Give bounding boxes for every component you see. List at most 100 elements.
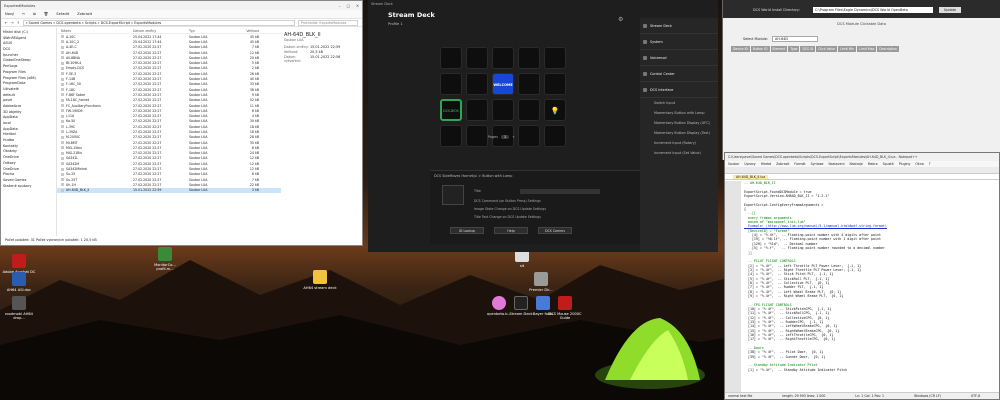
action-item[interactable]: Increment Input (Set Value) <box>640 148 718 158</box>
desktop-icon-premier[interactable]: Premier Dir... <box>524 272 558 292</box>
dcs-comms-button[interactable]: DCS Comms <box>538 227 572 234</box>
menu-item[interactable]: Nástroje <box>850 161 863 167</box>
key-empty[interactable] <box>466 73 488 95</box>
close-icon[interactable]: ✕ <box>356 4 359 8</box>
key-empty[interactable] <box>440 73 462 95</box>
navigation-pane[interactable]: Místní disk (C:) $WinREAgent ASUS DCS fpunch… <box>1 28 57 236</box>
option-title-text[interactable]: Title Text Change on DCS Update Settings <box>474 215 541 219</box>
menu-item[interactable]: Okna <box>915 161 923 167</box>
file-row[interactable]: Su-25T 27.02.2020 22:27 Soubor LUA 7 kB <box>57 177 281 182</box>
desktop-icon-monitorco[interactable]: MonitorCo... profil.m... <box>148 247 182 272</box>
add-page-icon[interactable]: + <box>512 135 515 139</box>
file-row[interactable]: FC_AuxiliaryFunctions 27.02.2020 22:27 Sou… <box>57 103 281 108</box>
back-icon[interactable]: ← <box>5 21 8 25</box>
file-row[interactable]: AV-8BNA 27.02.2020 22:27 Soubor LUA 20 kB <box>57 55 281 60</box>
file-row[interactable]: A-4E-C 27.02.2020 22:27 Soubor LUA 7 kB <box>57 45 281 50</box>
menu-item[interactable]: Pluginy <box>899 161 911 167</box>
file-row[interactable]: AH-64D_BLK_II 15.01.2022 22:59 Soubor LUA 3… <box>57 187 281 193</box>
menu-item[interactable]: Nastavení <box>829 161 845 167</box>
file-row[interactable]: J-11A 27.02.2020 22:27 Soubor LUA 4 kB <box>57 113 281 118</box>
actions-sidebar[interactable]: Stream Deck System Voicemod Control Center D… <box>640 18 718 252</box>
search-input[interactable]: Prohledat: ExportsModules <box>298 19 358 26</box>
key-empty[interactable] <box>492 47 514 69</box>
action-item[interactable]: Switch Input <box>640 98 718 108</box>
menu-item[interactable]: Zobrazit <box>776 161 789 167</box>
menu-item[interactable]: Soubor <box>728 161 739 167</box>
menu-item[interactable]: Formát <box>794 161 805 167</box>
desktop-icon-stream-folder[interactable]: AH64 stream deck <box>303 270 337 290</box>
file-explorer-window[interactable]: ExportedModules – □ ✕ Nový ✂ ⧉ 🗑 Seřadit… <box>0 0 363 246</box>
file-row[interactable]: MiG-15bis 27.02.2020 22:27 Soubor LUA 8 kB <box>57 145 281 150</box>
file-row[interactable]: Ka-50 27.02.2020 22:27 Soubor LUA 30 kB <box>57 119 281 124</box>
option-dcs-command[interactable]: DCS Command (on Button Press) Settings <box>474 199 541 203</box>
desktop-icon-roodmobi[interactable]: roodmobi AH64 drop... <box>2 296 36 321</box>
file-row[interactable]: Su-25 27.02.2020 22:27 Soubor LUA 6 kB <box>57 172 281 177</box>
forward-icon[interactable]: → <box>11 21 14 25</box>
file-row[interactable]: F-18C 27.02.2020 22:27 Soubor LUA 38 kB <box>57 87 281 92</box>
action-category[interactable]: System <box>640 34 718 50</box>
new-button[interactable]: Nový <box>5 12 14 16</box>
sort-button[interactable]: Seřadit <box>56 12 69 16</box>
maximize-icon[interactable]: □ <box>347 4 350 8</box>
table-column-header[interactable]: Element <box>770 46 788 52</box>
key-empty[interactable] <box>466 47 488 69</box>
file-row[interactable]: Mi-8MT 27.02.2020 22:27 Soubor LUA 35 kB <box>57 140 281 145</box>
file-list[interactable]: Název Datum změny Typ Velikost A-10C 25.0… <box>57 28 281 236</box>
gear-icon[interactable]: ⚙ <box>618 16 623 23</box>
file-row[interactable]: Uh-1H 27.02.2020 22:27 Soubor LUA 22 kB <box>57 182 281 187</box>
key-empty[interactable] <box>518 125 540 147</box>
table-column-header[interactable]: Click Value <box>816 46 838 52</box>
key-bulb[interactable]: 💡 <box>544 99 566 121</box>
help-button[interactable]: Help <box>494 227 528 234</box>
key-empty[interactable] <box>544 73 566 95</box>
column-date[interactable]: Datum změny <box>133 29 189 33</box>
menu-item[interactable]: ? <box>929 161 931 167</box>
file-row[interactable]: FW-190D9 27.02.2020 22:27 Soubor LUA 6 kB <box>57 108 281 113</box>
cut-icon[interactable]: ✂ <box>22 12 25 16</box>
file-row[interactable]: M-2000C 27.02.2020 22:27 Soubor LUA 28 kB <box>57 135 281 140</box>
action-item[interactable]: Momentary Button Display (Text) <box>640 128 718 138</box>
menu-item[interactable]: Spustit <box>883 161 894 167</box>
table-column-header[interactable]: Button ID <box>750 46 770 52</box>
column-name[interactable]: Název <box>57 29 133 33</box>
file-row[interactable]: AH-64D 27.02.2020 22:27 Soubor LUA 12 kB <box>57 50 281 55</box>
desktop-icon-dcs-guide[interactable]: DCS Mouse 2000C Guide <box>548 296 582 321</box>
file-row[interactable]: SA342L 27.02.2020 22:27 Soubor LUA 12 kB <box>57 156 281 161</box>
option-image-state[interactable]: Image State Change on DCS Update Setting… <box>474 207 546 211</box>
file-row[interactable]: L-39C 27.02.2020 22:27 Soubor LUA 18 kB <box>57 124 281 129</box>
copy-icon[interactable]: ⧉ <box>33 12 36 16</box>
module-select[interactable]: AH-64D <box>772 36 819 42</box>
delete-icon[interactable]: 🗑 <box>44 12 49 16</box>
up-icon[interactable]: ↑ <box>17 21 20 25</box>
action-category[interactable]: Control Center <box>640 66 718 82</box>
minimize-icon[interactable]: – <box>339 4 341 8</box>
key-empty[interactable] <box>518 73 540 95</box>
key-empty[interactable] <box>466 125 488 147</box>
key-empty[interactable] <box>544 47 566 69</box>
table-column-header[interactable]: Limit Min <box>838 46 857 52</box>
menu-item[interactable]: Úpravy <box>744 161 755 167</box>
file-row[interactable]: SA342M 27.02.2020 22:27 Soubor LUA 12 kB <box>57 161 281 166</box>
key-empty[interactable] <box>544 125 566 147</box>
address-bar[interactable]: « Saved Games » DCS.openbeta » Scripts »… <box>22 19 295 26</box>
menu-item[interactable]: Syntaxe <box>811 161 824 167</box>
file-row[interactable]: F-16C_50 27.02.2020 22:27 Soubor LUA 33 kB <box>57 82 281 87</box>
view-button[interactable]: Zobrazit <box>77 12 92 16</box>
title-input[interactable] <box>520 189 600 194</box>
id-lookup-button[interactable]: ID Lookup <box>450 227 484 234</box>
action-category[interactable]: Stream Deck <box>640 18 718 34</box>
key-empty[interactable] <box>440 47 462 69</box>
key-empty[interactable] <box>518 99 540 121</box>
file-tab[interactable]: AH-64D_BLK_II.lua <box>725 174 999 180</box>
file-row[interactable]: F-14B 27.02.2020 22:27 Soubor LUA 40 kB <box>57 76 281 81</box>
file-row[interactable]: A-10C 25.04.2022 17:44 Soubor LUA 45 kB <box>57 34 281 39</box>
file-row[interactable]: Bf-109K-4 27.02.2020 22:27 Soubor LUA 5 kB <box>57 60 281 65</box>
file-row[interactable]: F-5E-3 27.02.2020 22:27 Soubor LUA 26 kB <box>57 71 281 76</box>
page-number[interactable]: 1 <box>500 135 510 139</box>
table-column-header[interactable]: Type <box>788 46 800 52</box>
column-type[interactable]: Typ <box>189 29 229 33</box>
file-row[interactable]: L-39ZA 27.02.2020 22:27 Soubor LUA 18 kB <box>57 129 281 134</box>
file-row[interactable]: Empty-DCS 27.02.2020 22:27 Soubor LUA 2 kB <box>57 66 281 71</box>
key-empty[interactable] <box>440 125 462 147</box>
table-column-header[interactable]: Device ID <box>731 46 750 52</box>
